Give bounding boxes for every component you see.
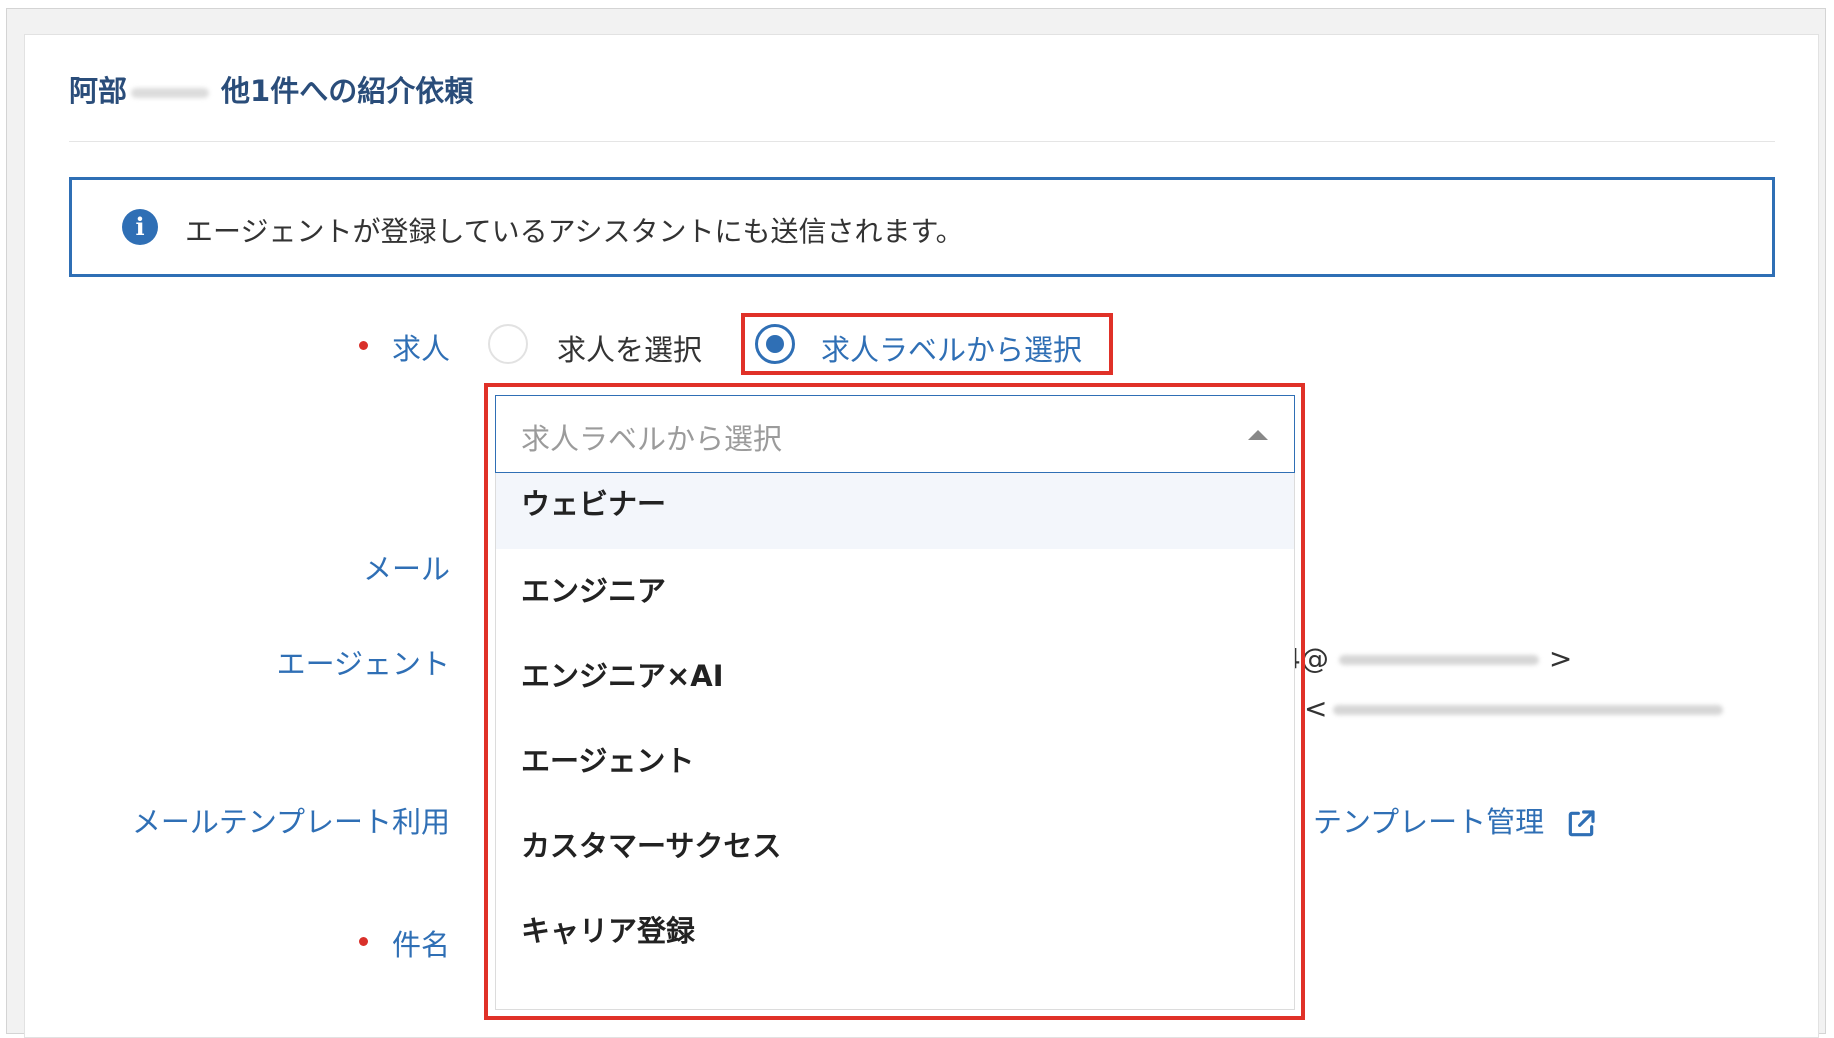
subject-label: 件名 (391, 928, 450, 962)
mail-label: メール (362, 552, 450, 586)
required-indicator (359, 341, 368, 350)
info-icon: i (122, 209, 158, 245)
dropdown-option[interactable]: ウェビナー (496, 473, 1294, 549)
redacted-name (131, 88, 210, 98)
title-suffix: 他1件への紹介依頼 (221, 74, 474, 108)
agent-email: 4@ > (1283, 642, 1572, 675)
title-name: 阿部 (69, 74, 128, 108)
assistant-email: < (1304, 692, 1724, 725)
dropdown-option[interactable]: キャリア登録 (496, 889, 1294, 974)
info-message: エージェントが登録しているアシスタントにも送信されます。 (185, 215, 964, 248)
dropdown-option[interactable]: カスタマーサクセス (496, 804, 1294, 889)
redacted-email (1333, 705, 1724, 715)
dropdown-list[interactable]: ウェビナー エンジニア エンジニア×AI エージェント カスタマーサクセス キャ… (495, 473, 1295, 1010)
info-banner: i エージェントが登録しているアシスタントにも送信されます。 (69, 177, 1775, 277)
redacted-email (1338, 655, 1539, 665)
template-manage-link[interactable]: テンプレート管理 (1313, 799, 1597, 841)
radio-select-job-label[interactable]: 求人を選択 (557, 327, 702, 369)
page-title: 阿部 他1件への紹介依頼 (69, 68, 473, 110)
required-indicator (359, 937, 368, 946)
radio-select-by-label-label[interactable]: 求人ラベルから選択 (821, 327, 1082, 369)
external-link-icon[interactable] (1565, 808, 1597, 840)
dropdown-option[interactable]: エンジニア (496, 549, 1294, 634)
template-label: メールテンプレート利用 (131, 805, 450, 839)
caret-up-icon[interactable] (1248, 430, 1268, 440)
job-label: 求人 (391, 332, 450, 366)
radio-select-job[interactable] (488, 324, 528, 364)
agent-label: エージェント (276, 647, 450, 681)
agent-email-close: > (1548, 642, 1573, 675)
template-manage-label[interactable]: テンプレート管理 (1313, 805, 1544, 839)
job-label-select[interactable]: 求人ラベルから選択 (495, 395, 1295, 473)
dropdown-option[interactable]: エンジニア×AI (496, 634, 1294, 719)
assistant-email-open: < (1304, 692, 1328, 725)
select-placeholder: 求人ラベルから選択 (521, 422, 783, 456)
radio-select-by-label[interactable] (755, 324, 795, 364)
dropdown-option[interactable]: エージェント (496, 719, 1294, 804)
title-divider (69, 141, 1775, 142)
